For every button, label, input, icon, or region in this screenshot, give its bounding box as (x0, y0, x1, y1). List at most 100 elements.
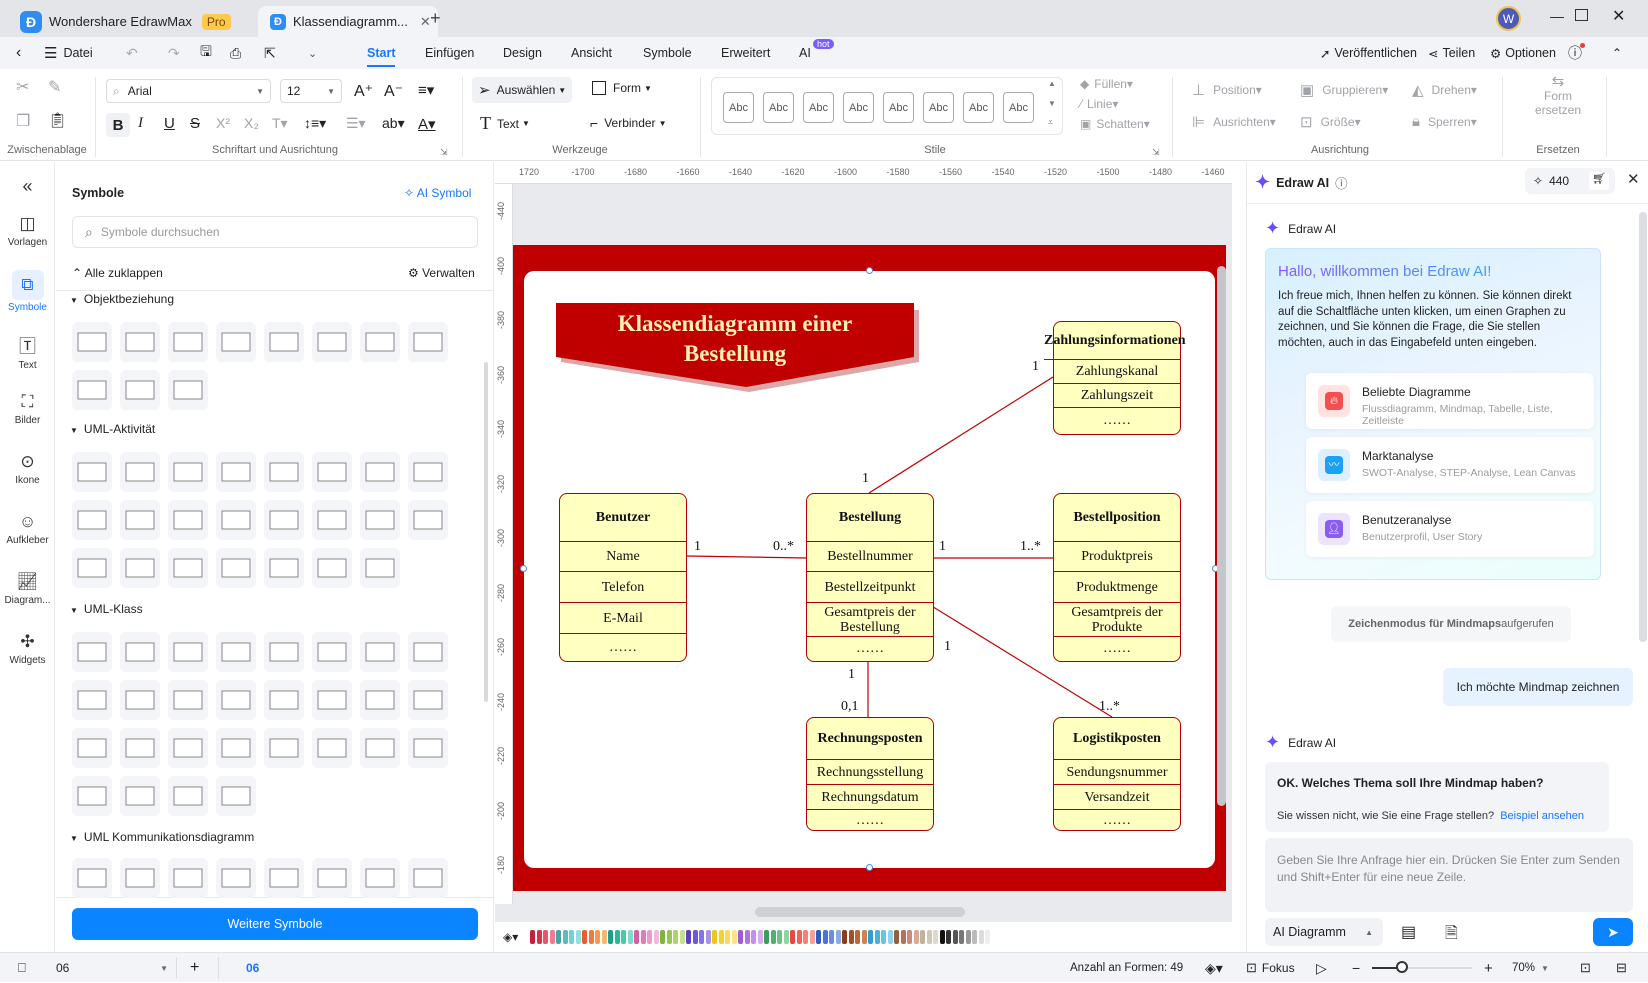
color-swatch[interactable] (556, 930, 561, 944)
color-swatch[interactable] (855, 930, 860, 944)
color-swatch[interactable] (608, 930, 613, 944)
document-upload-icon[interactable]: 🗎︎ (1445, 922, 1458, 949)
tab-symbole[interactable]: Symbole (643, 37, 692, 69)
shape-tool[interactable]: Form ▼ (592, 81, 652, 95)
decrease-font-icon[interactable]: A⁻ (384, 81, 403, 101)
color-swatch[interactable] (653, 930, 659, 944)
symbol-tile[interactable] (72, 452, 112, 492)
symbol-tile[interactable] (312, 858, 352, 898)
text-case-button[interactable]: T▾ (272, 115, 288, 132)
color-swatch[interactable] (666, 930, 672, 944)
symbol-tile[interactable] (312, 632, 352, 672)
app-tab[interactable]: Ð Wondershare EdrawMax Pro (20, 6, 231, 37)
color-swatch[interactable] (621, 930, 626, 944)
close-ai-panel-button[interactable]: ✕ (1627, 170, 1640, 188)
italic-button[interactable]: I (138, 115, 143, 132)
symbol-tile[interactable] (72, 728, 112, 768)
color-swatch[interactable] (796, 930, 802, 944)
class-rechnungsposten[interactable]: Rechnungsposten Rechnungsstellung Rechnu… (806, 717, 934, 831)
bullet-list-button[interactable]: ☰▾ (346, 115, 366, 132)
color-swatch[interactable] (770, 930, 776, 944)
underline-button[interactable]: U (164, 115, 175, 132)
color-swatch[interactable] (829, 930, 834, 944)
color-swatch[interactable] (699, 930, 704, 944)
rail-item-symbols[interactable]: ⧉ Symbole (0, 270, 55, 313)
symbol-tile[interactable] (168, 632, 208, 672)
symbol-tile[interactable] (120, 728, 160, 768)
symbol-tile[interactable] (264, 858, 304, 898)
connector-zahlung-bestellung[interactable] (868, 376, 1054, 494)
layers-icon[interactable]: ◈▾ (1205, 953, 1223, 983)
dialog-launcher-icon[interactable]: ⇲ (1152, 147, 1160, 158)
text-tool[interactable]: T Text ▼ (480, 113, 530, 134)
gallery-down-icon[interactable]: ▼ (1048, 99, 1056, 108)
tab-erweitert[interactable]: Erweitert (721, 37, 770, 69)
undo-icon[interactable]: ↶ (126, 37, 138, 69)
gallery-expand-icon[interactable]: ⩡ (1048, 117, 1053, 128)
color-swatch[interactable] (595, 930, 600, 944)
rail-item-images[interactable]: ⛶ Bilder (0, 392, 55, 426)
diagram-page[interactable]: Klassendiagramm einer Bestellung Zahlung… (524, 271, 1215, 868)
color-swatch[interactable] (848, 930, 854, 944)
color-swatch[interactable] (569, 930, 574, 944)
selection-handle[interactable] (866, 267, 873, 274)
tab-einfuegen[interactable]: Einfügen (425, 37, 474, 69)
symbol-tile[interactable] (120, 680, 160, 720)
color-swatch[interactable] (549, 930, 555, 944)
color-swatch[interactable] (972, 930, 977, 944)
tab-ai[interactable]: AI hot (799, 37, 834, 69)
history-icon[interactable]: ▤ (1401, 922, 1416, 942)
symbol-tile[interactable] (216, 680, 256, 720)
symbol-tile[interactable] (72, 632, 112, 672)
symbol-tile[interactable] (264, 500, 304, 540)
suggestion-card-popular[interactable]: 🔥︎ Beliebte Diagramme Flussdiagramm, Min… (1306, 373, 1594, 429)
rail-item-charts[interactable]: 📈︎ Diagram... (0, 572, 55, 606)
color-swatch[interactable] (718, 930, 724, 944)
tab-design[interactable]: Design (503, 37, 542, 69)
style-swatch[interactable]: Abc (723, 92, 754, 123)
fill-picker-icon[interactable]: ◈▾ (503, 930, 518, 944)
color-swatch[interactable] (790, 930, 795, 944)
color-swatch[interactable] (842, 930, 847, 944)
save-icon[interactable]: 🖫 (200, 37, 212, 69)
symbol-tile[interactable] (168, 680, 208, 720)
more-icon[interactable]: ⌄ (308, 37, 317, 69)
symbol-tile[interactable] (312, 322, 352, 362)
help-icon[interactable]: ⓘ (1568, 37, 1585, 69)
font-family-select[interactable]: ⌕ Arial ▼ (106, 79, 271, 103)
color-swatch[interactable] (809, 930, 815, 944)
symbol-tile[interactable] (408, 452, 448, 492)
color-swatch[interactable] (985, 930, 990, 944)
group-button[interactable]: ▣ Gruppieren ▾ (1300, 81, 1388, 99)
style-swatch[interactable]: Abc (883, 92, 914, 123)
color-swatch[interactable] (530, 930, 535, 944)
symbol-tile[interactable] (408, 632, 448, 672)
strikethrough-button[interactable]: S (190, 115, 200, 132)
select-tool[interactable]: ➢ Auswählen ▼ (472, 77, 573, 103)
paste-icon[interactable]: 📋︎ (48, 111, 67, 129)
color-swatch[interactable] (868, 930, 873, 944)
connector-tool[interactable]: ⌐ Verbinder ▼ (590, 115, 666, 131)
copy-icon[interactable]: ❐ (16, 111, 30, 131)
symbol-tile[interactable] (120, 452, 160, 492)
symbol-tile[interactable] (312, 728, 352, 768)
rotate-button[interactable]: ◭ Drehen ▾ (1412, 81, 1477, 99)
symbol-tile[interactable] (312, 452, 352, 492)
collapse-panel-icon[interactable]: « (0, 176, 55, 197)
cart-icon[interactable]: 🛒︎ (1589, 172, 1609, 190)
example-link[interactable]: Beispiel ansehen (1500, 810, 1584, 822)
ai-panel-scrollbar[interactable] (1639, 212, 1647, 642)
symbol-tile[interactable] (168, 500, 208, 540)
close-window-button[interactable]: ✕ (1612, 6, 1625, 26)
symbol-tile[interactable] (360, 728, 400, 768)
connector-benutzer-bestellung[interactable] (686, 555, 807, 559)
rail-item-widgets[interactable]: ✣ Widgets (0, 632, 55, 666)
symbol-tile[interactable] (360, 680, 400, 720)
symbol-tile[interactable] (216, 776, 256, 816)
add-page-button[interactable]: + (190, 953, 199, 983)
suggestion-card-market[interactable]: 〰 Marktanalyse SWOT-Analyse, STEP-Analys… (1306, 437, 1594, 493)
color-swatch[interactable] (952, 930, 958, 944)
symbol-tile[interactable] (72, 858, 112, 898)
color-swatch[interactable] (679, 930, 685, 944)
position-button[interactable]: ⊥ Position ▾ (1192, 81, 1262, 99)
